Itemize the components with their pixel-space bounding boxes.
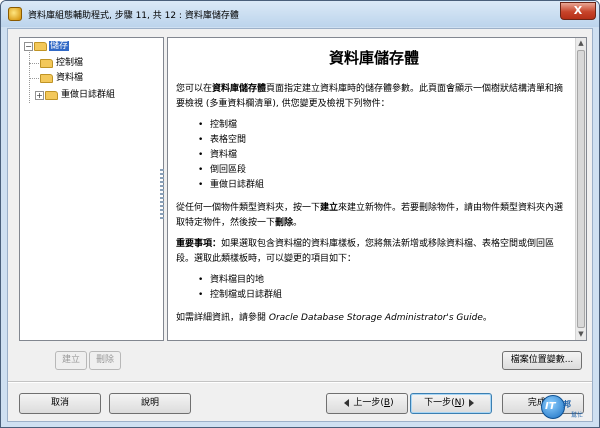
para-text: 。 [293, 218, 303, 228]
scroll-up-icon[interactable]: ▲ [576, 38, 586, 49]
para-text: 如果選取包含資料檔的資料庫樣板，您將無法新增或移除資料檔、表格空間或倒回區段。選… [176, 239, 555, 264]
list-item: 控制檔或日誌群組 [198, 288, 572, 303]
object-list: 控制檔 表格空間 資料檔 倒回區段 重做日誌群組 [198, 118, 572, 193]
tree-node-redo-log-groups[interactable]: + 重做日誌群組 [35, 88, 116, 102]
folder-icon [34, 41, 47, 51]
folder-icon [45, 90, 58, 100]
para-text: 。 [482, 313, 492, 323]
arrow-left-icon [344, 398, 350, 407]
content-title: 資料庫儲存體 [328, 49, 419, 67]
help-content-pane: 資料庫儲存體 您可以在資料庫儲存體頁面指定建立資料庫時的儲存體參數。此頁面會顯示… [167, 37, 587, 341]
changeable-list: 資料檔目的地 控制檔或日誌群組 [198, 273, 572, 303]
tree-node-label: 資料檔 [56, 73, 84, 83]
tree-node-label: 重做日誌群組 [61, 90, 116, 100]
storage-tree: − 儲存 控制檔 資料檔 + 重做日誌群組 [19, 37, 164, 341]
footer-separator [8, 381, 592, 383]
arrow-right-icon [468, 398, 474, 407]
watermark-logo: IT 邦 幫忙 [541, 393, 599, 427]
tree-node-control-files[interactable]: 控制檔 [40, 56, 84, 70]
logo-text: IT [545, 401, 556, 412]
collapse-expander-icon[interactable]: − [24, 41, 33, 51]
list-item: 資料檔 [198, 148, 572, 163]
window-title: 資料庫組態輔助程式, 步驟 11, 共 12 : 資料庫儲存體 [28, 11, 239, 21]
list-item: 資料檔目的地 [198, 273, 572, 288]
file-location-variables-button[interactable]: 檔案位置變數... [502, 351, 582, 370]
wizard-window: 資料庫組態輔助程式, 步驟 11, 共 12 : 資料庫儲存體 X − 儲存 控制… [0, 0, 600, 428]
folder-icon [40, 73, 53, 83]
para-bold: 建立 [320, 203, 339, 213]
next-label: 下一步( [424, 398, 455, 408]
back-button[interactable]: 上一步(B) [326, 393, 408, 414]
list-item: 重做日誌群組 [198, 178, 572, 193]
scroll-thumb[interactable] [577, 50, 585, 328]
tree-node-storage[interactable]: − 儲存 [24, 39, 70, 53]
tree-node-label: 儲存 [49, 41, 70, 51]
intro-paragraph: 您可以在資料庫儲存體頁面指定建立資料庫時的儲存體參數。此頁面會顯示一個樹狀結構清… [176, 82, 572, 112]
app-icon [8, 7, 22, 21]
tree-node-data-files[interactable]: 資料檔 [40, 71, 84, 85]
help-button[interactable]: 說明 [109, 393, 191, 414]
next-button[interactable]: 下一步(N) [410, 393, 492, 414]
help-content: 資料庫儲存體 您可以在資料庫儲存體頁面指定建立資料庫時的儲存體參數。此頁面會顯示… [176, 44, 572, 332]
para-bold: 刪除 [275, 218, 294, 228]
important-paragraph: 重要事項：如果選取包含資料檔的資料庫樣板，您將無法新增或移除資料檔、表格空間或倒… [176, 237, 572, 267]
expand-expander-icon[interactable]: + [35, 90, 44, 100]
scroll-down-icon[interactable]: ▼ [576, 329, 586, 340]
tree-guide-line [29, 78, 39, 79]
cancel-button[interactable]: 取消 [19, 393, 101, 414]
vertical-scrollbar[interactable]: ▲ ▼ [575, 38, 586, 340]
close-button[interactable]: X [560, 2, 596, 20]
next-label-close: ) [461, 398, 465, 408]
intro-text: 您可以在 [176, 84, 213, 94]
guide-reference: Oracle Database Storage Administrator's … [268, 313, 483, 323]
delete-button[interactable]: 刪除 [89, 351, 121, 370]
para-text: 從任何一個物件類型資料夾，按一下 [176, 203, 321, 213]
client-area: − 儲存 控制檔 資料檔 + 重做日誌群組 資料庫儲存體 您可以在資料庫儲存體頁面指… [7, 28, 593, 422]
more-info-paragraph: 如需詳細資訊，請參閱 Oracle Database Storage Admin… [176, 311, 572, 326]
logo-caption: 幫忙 [571, 412, 584, 419]
para-bold: 重要事項： [176, 239, 222, 249]
back-label: 上一步( [353, 398, 384, 408]
create-delete-paragraph: 從任何一個物件類型資料夾，按一下建立來建立新物件。若要刪除物件，請由物件類型資料… [176, 201, 572, 231]
list-item: 控制檔 [198, 118, 572, 133]
list-item: 倒回區段 [198, 163, 572, 178]
logo-sub-text: 邦 [563, 400, 571, 409]
tree-node-label: 控制檔 [56, 58, 84, 68]
tree-guide-line [29, 63, 39, 64]
list-item: 表格空間 [198, 133, 572, 148]
create-button[interactable]: 建立 [55, 351, 87, 370]
folder-icon [40, 58, 53, 68]
back-label-close: ) [390, 398, 394, 408]
title-bar[interactable]: 資料庫組態輔助程式, 步驟 11, 共 12 : 資料庫儲存體 X [1, 1, 599, 27]
para-text: 如需詳細資訊，請參閱 [176, 313, 269, 323]
intro-bold: 資料庫儲存體 [212, 84, 267, 94]
pane-splitter[interactable] [160, 169, 164, 219]
